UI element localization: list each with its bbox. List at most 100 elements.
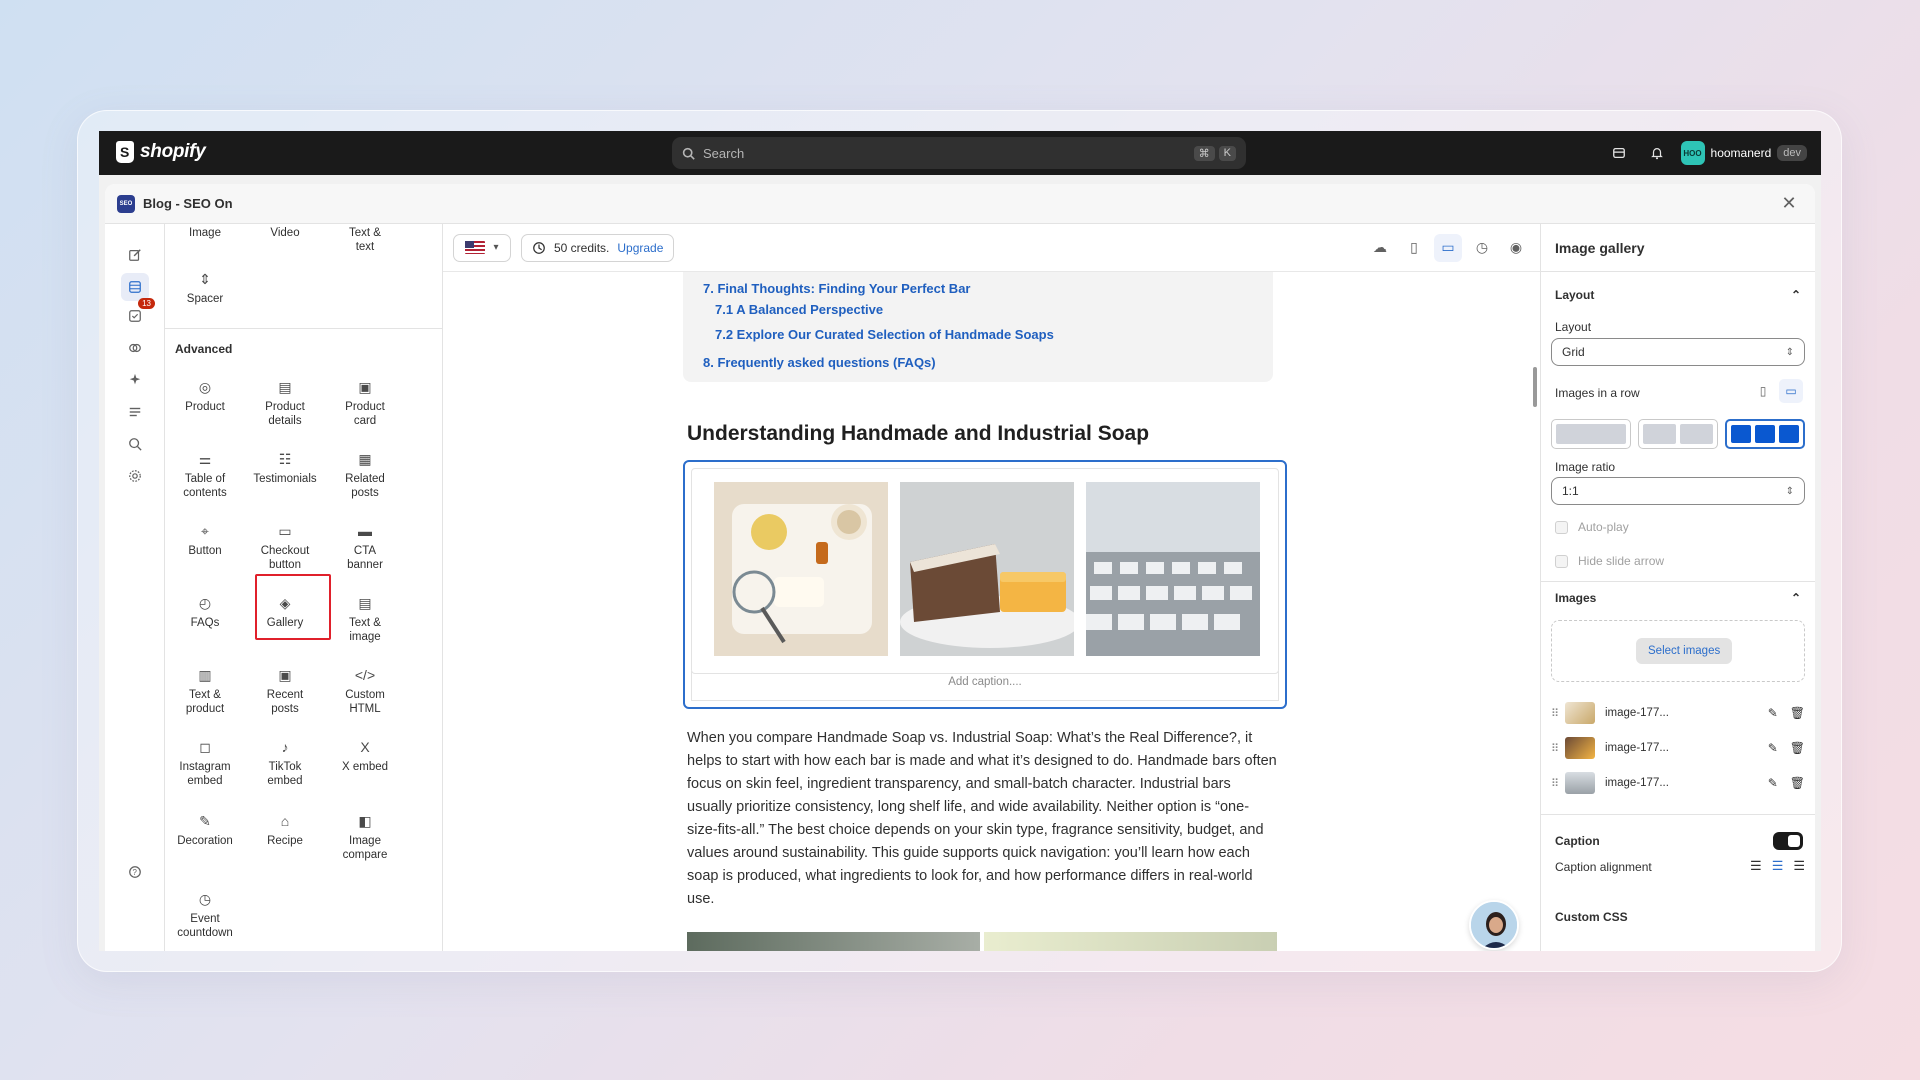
block-product[interactable]: ◎ Product <box>165 378 245 414</box>
app-modal: SEO Blog - SEO On ✕ 13 ? Image Video Tex… <box>105 184 1815 951</box>
block-custom-html[interactable]: </> Custom HTML <box>325 666 405 716</box>
align-right-icon[interactable]: ☰ <box>1793 858 1805 874</box>
block-recent-posts[interactable]: ▣ Recent posts <box>245 666 325 716</box>
desktop-view-icon[interactable]: ▭ <box>1434 233 1462 262</box>
blocks-icon[interactable] <box>121 273 149 301</box>
images-section-header[interactable]: Images ⌃ <box>1555 591 1801 605</box>
align-left-icon[interactable]: ☰ <box>1750 858 1762 874</box>
block-product-details[interactable]: ▤ Product details <box>245 378 325 428</box>
block-x-embed[interactable]: X X embed <box>325 738 405 774</box>
cloud-save-icon[interactable]: ☁ <box>1366 234 1394 262</box>
block-text-text[interactable]: Text & text <box>325 226 405 254</box>
block-label: Text & image <box>349 617 381 643</box>
block-image[interactable]: Image <box>165 226 245 240</box>
seo-search-icon[interactable] <box>121 430 149 458</box>
toc-link[interactable]: 7.2 Explore Our Curated Selection of Han… <box>715 327 1054 342</box>
list-icon[interactable] <box>121 398 149 426</box>
select-images-button[interactable]: Select images <box>1636 638 1733 664</box>
section-heading: Understanding Handmade and Industrial So… <box>687 422 1150 445</box>
trash-icon[interactable]: 🗑 <box>1790 741 1805 755</box>
block-text-product[interactable]: ▥ Text & product <box>165 666 245 716</box>
pencil-icon[interactable]: ✎ <box>1768 776 1778 790</box>
help-icon[interactable]: ? <box>121 858 149 886</box>
block-label: Decoration <box>177 835 233 847</box>
language-select[interactable]: ▾ <box>453 233 511 262</box>
sparkle-icon[interactable] <box>121 366 149 394</box>
block-product-card[interactable]: ▣ Product card <box>325 378 405 428</box>
settings-icon[interactable] <box>121 462 149 490</box>
chef-hat-icon: ⌂ <box>280 813 290 829</box>
caption-input[interactable]: Add caption.... <box>691 671 1279 701</box>
align-center-icon[interactable]: ☰ <box>1772 858 1784 874</box>
tag-icon: ◎ <box>198 379 212 395</box>
product-card-icon: ▣ <box>358 379 372 395</box>
canvas-scrollbar[interactable] <box>1533 367 1537 407</box>
gallery-image-3[interactable] <box>1086 482 1260 656</box>
support-chat-avatar[interactable] <box>1469 900 1519 950</box>
user-menu[interactable]: HOO hoomanerd dev <box>1680 141 1807 165</box>
modal-header: SEO Blog - SEO On ✕ <box>105 184 1815 224</box>
block-video[interactable]: Video <box>245 226 325 240</box>
image-dropzone[interactable]: Select images <box>1551 620 1805 682</box>
checklist-icon[interactable]: 13 <box>121 298 155 330</box>
shopify-admin-window: shopify Search ⌘ K HOO hoomanerd dev <box>99 131 1821 951</box>
shopify-logo[interactable]: shopify <box>116 141 206 163</box>
pencil-icon[interactable]: ✎ <box>1768 706 1778 720</box>
preview-eye-icon[interactable]: ◉ <box>1502 234 1530 262</box>
trash-icon[interactable]: 🗑 <box>1790 776 1805 790</box>
block-event-countdown[interactable]: ◷ Event countdown <box>165 890 245 940</box>
table-of-contents: 7. Final Thoughts: Finding Your Perfect … <box>683 272 1273 382</box>
autoplay-checkbox[interactable]: Auto-play <box>1555 520 1629 534</box>
image-list-item[interactable]: ⠿ image-177... ✎ 🗑 <box>1551 770 1805 796</box>
mobile-icon[interactable]: ▯ <box>1751 379 1775 403</box>
layout-select[interactable]: Grid ⇕ <box>1551 338 1805 366</box>
store-icon[interactable] <box>1605 139 1633 167</box>
toc-link[interactable]: 7. Final Thoughts: Finding Your Perfect … <box>703 281 970 296</box>
gallery-image-2[interactable] <box>900 482 1074 656</box>
block-cta-banner[interactable]: ▬ CTA banner <box>325 522 405 572</box>
block-spacer[interactable]: ⇕ Spacer <box>165 270 245 306</box>
block-tiktok-embed[interactable]: ♪ TikTok embed <box>245 738 325 788</box>
block-text-image[interactable]: ▤ Text & image <box>325 594 405 644</box>
image-list-item[interactable]: ⠿ image-177... ✎ 🗑 <box>1551 735 1805 761</box>
shortcut-hint: ⌘ K <box>1193 145 1236 161</box>
image-list-item[interactable]: ⠿ image-177... ✎ 🗑 <box>1551 700 1805 726</box>
hide-arrow-checkbox[interactable]: Hide slide arrow <box>1555 554 1664 568</box>
ratio-select[interactable]: 1:1 ⇕ <box>1551 477 1805 505</box>
upgrade-link[interactable]: Upgrade <box>617 241 663 255</box>
toc-link[interactable]: 7.1 A Balanced Perspective <box>715 302 883 317</box>
edit-icon[interactable] <box>121 241 149 269</box>
drag-handle-icon[interactable]: ⠿ <box>1551 742 1565 755</box>
block-faqs[interactable]: ◴ FAQs <box>165 594 245 630</box>
close-icon[interactable]: ✕ <box>1775 193 1803 214</box>
toc-link[interactable]: 8. Frequently asked questions (FAQs) <box>703 355 936 370</box>
history-icon[interactable]: ◷ <box>1468 234 1496 262</box>
images-per-row-1[interactable] <box>1551 419 1631 449</box>
block-table-of-contents[interactable]: ⚌ Table of contents <box>165 450 245 500</box>
mobile-view-icon[interactable]: ▯ <box>1400 234 1428 262</box>
images-per-row-3[interactable] <box>1725 419 1805 449</box>
block-instagram-embed[interactable]: ◻ Instagram embed <box>165 738 245 788</box>
desktop-icon[interactable]: ▭ <box>1779 379 1803 403</box>
layout-section-header[interactable]: Layout ⌃ <box>1555 288 1801 302</box>
search-bar[interactable]: Search ⌘ K <box>672 137 1246 169</box>
layout-section-title: Layout <box>1555 288 1595 302</box>
layers-icon[interactable] <box>121 334 149 362</box>
block-testimonials[interactable]: ☷ Testimonials <box>245 450 325 486</box>
images-per-row-2[interactable] <box>1638 419 1718 449</box>
caption-toggle[interactable] <box>1773 832 1803 850</box>
trash-icon[interactable]: 🗑 <box>1790 706 1805 720</box>
bell-icon[interactable] <box>1643 139 1671 167</box>
drag-handle-icon[interactable]: ⠿ <box>1551 777 1565 790</box>
block-image-compare[interactable]: ◧ Image compare <box>325 812 405 862</box>
block-checkout-button[interactable]: ▭ Checkout button <box>245 522 325 572</box>
next-images-preview <box>687 932 1277 951</box>
gallery-image-1[interactable] <box>714 482 888 656</box>
block-decoration[interactable]: ✎ Decoration <box>165 812 245 848</box>
drag-handle-icon[interactable]: ⠿ <box>1551 707 1565 720</box>
pencil-icon[interactable]: ✎ <box>1768 741 1778 755</box>
gallery-block[interactable]: Add caption.... <box>683 460 1287 709</box>
block-recipe[interactable]: ⌂ Recipe <box>245 812 325 848</box>
block-related-posts[interactable]: ▦ Related posts <box>325 450 405 500</box>
block-button[interactable]: ⌖ Button <box>165 522 245 558</box>
